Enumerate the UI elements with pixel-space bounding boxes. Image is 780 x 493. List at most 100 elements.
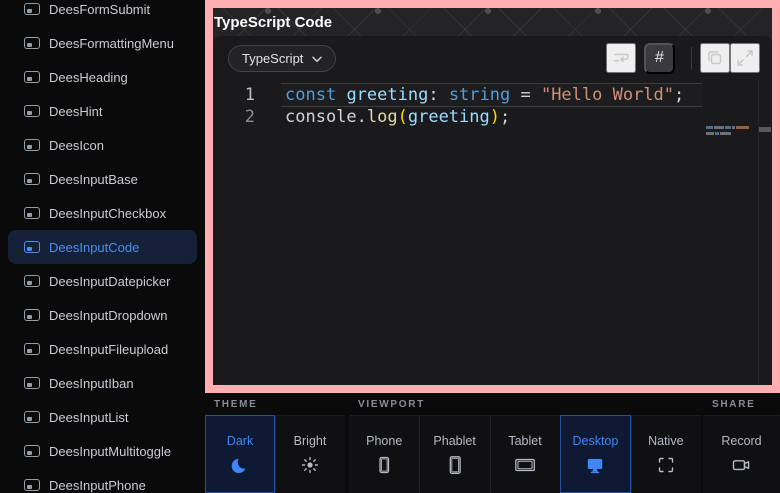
sidebar-item-label: DeesInputPhone [49, 478, 146, 493]
desktop-icon [585, 455, 605, 475]
story-title: TypeScript Code [213, 14, 332, 31]
line-number: 1 [213, 84, 281, 106]
button-label: Record [721, 434, 761, 448]
editor-scrollbar [758, 80, 772, 385]
button-label: Tablet [508, 434, 541, 448]
expand-icon[interactable] [730, 43, 760, 73]
toolbar-section-share: SHARE Record [703, 393, 780, 493]
section-label-viewport: VIEWPORT [349, 393, 701, 415]
sidebar-list: DeesFormSubmit DeesFormattingMenu DeesHead… [0, 0, 205, 493]
sidebar-item-DeesHeading[interactable]: DeesHeading [8, 60, 197, 94]
editor-toolbar-actions: # [606, 43, 760, 74]
component-icon [24, 3, 40, 15]
minimap[interactable] [706, 126, 754, 138]
moon-icon [230, 455, 250, 475]
record-button[interactable]: Record [703, 415, 780, 493]
button-label: Dark [227, 434, 253, 448]
sidebar-item-label: DeesInputIban [49, 376, 134, 391]
sidebar-item-DeesInputMultitoggle[interactable]: DeesInputMultitoggle [8, 434, 197, 468]
button-label: Phablet [433, 434, 475, 448]
button-label: Native [648, 434, 683, 448]
component-icon [24, 207, 40, 219]
component-icon [24, 309, 40, 321]
language-dropdown[interactable]: TypeScript [228, 45, 336, 72]
sidebar-item-DeesInputIban[interactable]: DeesInputIban [8, 366, 197, 400]
component-icon [24, 275, 40, 287]
component-icon [24, 71, 40, 83]
sidebar-item-label: DeesHeading [49, 70, 128, 85]
story-preview-frame: TypeScript Code TypeScript [205, 0, 780, 393]
word-wrap-icon[interactable] [606, 43, 636, 73]
component-icon [24, 105, 40, 117]
fullscreen-icon [656, 455, 676, 475]
code-input-area[interactable]: 1const greeting: string = "Hello World";… [213, 80, 772, 385]
hash-glyph: # [655, 49, 664, 67]
button-label: Bright [294, 434, 327, 448]
sidebar-item-DeesFormSubmit[interactable]: DeesFormSubmit [8, 0, 197, 26]
button-label: Phone [366, 434, 402, 448]
scrollbar-thumb[interactable] [759, 127, 771, 132]
sidebar-item-label: DeesInputCheckbox [49, 206, 166, 221]
section-buttons: Record [703, 415, 780, 493]
sidebar-item-label: DeesInputFileupload [49, 342, 168, 357]
sidebar-item-DeesIcon[interactable]: DeesIcon [8, 128, 197, 162]
code-line-content: console.log(greeting); [281, 106, 702, 128]
sidebar-item-DeesInputCheckbox[interactable]: DeesInputCheckbox [8, 196, 197, 230]
sidebar-item-label: DeesInputMultitoggle [49, 444, 171, 459]
sidebar-item-DeesInputCode[interactable]: DeesInputCode [8, 230, 197, 264]
sidebar-item-label: DeesInputDatepicker [49, 274, 170, 289]
toolbar-section-theme: THEME Dark Bright [205, 393, 345, 493]
component-icon [24, 377, 40, 389]
phone-icon [374, 455, 394, 475]
sidebar-item-label: DeesFormSubmit [49, 2, 150, 17]
tablet-button[interactable]: Tablet [490, 415, 560, 493]
section-buttons: Dark Bright [205, 415, 345, 493]
section-label-share: SHARE [703, 393, 780, 415]
component-icon [24, 445, 40, 457]
toolbar-section-viewport: VIEWPORT Phone Phablet Tablet Desktop Native [349, 393, 701, 493]
sun-icon [300, 455, 320, 475]
app-window: DeesFormSubmit DeesFormattingMenu DeesHead… [0, 0, 780, 493]
sidebar-item-DeesInputDropdown[interactable]: DeesInputDropdown [8, 298, 197, 332]
component-icon [24, 241, 40, 253]
sidebar-item-label: DeesInputBase [49, 172, 138, 187]
code-line: 1const greeting: string = "Hello World"; [213, 84, 702, 106]
sidebar-item-label: DeesHint [49, 104, 102, 119]
line-number: 2 [213, 106, 281, 128]
code-line-content: const greeting: string = "Hello World"; [281, 84, 702, 106]
button-label: Desktop [572, 434, 618, 448]
phone-button[interactable]: Phone [349, 415, 419, 493]
desktop-button[interactable]: Desktop [560, 415, 630, 493]
bright-button[interactable]: Bright [275, 415, 345, 493]
sidebar-item-DeesInputFileupload[interactable]: DeesInputFileupload [8, 332, 197, 366]
sidebar-item-DeesInputDatepicker[interactable]: DeesInputDatepicker [8, 264, 197, 298]
toolbar-divider [691, 47, 692, 69]
code-editor-panel: TypeScript [213, 36, 772, 385]
sidebar-item-DeesInputBase[interactable]: DeesInputBase [8, 162, 197, 196]
sidebar-item-label: DeesInputCode [49, 240, 139, 255]
story-header: TypeScript Code [213, 8, 772, 36]
section-label-theme: THEME [205, 393, 345, 415]
sidebar-item-label: DeesInputDropdown [49, 308, 168, 323]
phablet-button[interactable]: Phablet [419, 415, 489, 493]
environment-toolbar: THEME Dark Bright VIEWPORT Phone Phablet Table… [205, 393, 780, 493]
language-dropdown-label: TypeScript [242, 51, 303, 66]
sidebar-item-label: DeesIcon [49, 138, 104, 153]
code-lines: 1const greeting: string = "Hello World";… [213, 84, 772, 128]
component-sidebar: DeesFormSubmit DeesFormattingMenu DeesHead… [0, 0, 205, 493]
sidebar-item-DeesFormattingMenu[interactable]: DeesFormattingMenu [8, 26, 197, 60]
sidebar-item-DeesInputList[interactable]: DeesInputList [8, 400, 197, 434]
dark-button[interactable]: Dark [205, 415, 275, 493]
copy-icon[interactable] [700, 43, 730, 73]
minimap-line [706, 132, 754, 135]
code-line: 2console.log(greeting); [213, 106, 702, 128]
sidebar-item-DeesHint[interactable]: DeesHint [8, 94, 197, 128]
native-button[interactable]: Native [631, 415, 701, 493]
component-icon [24, 479, 40, 491]
tablet-icon [514, 455, 536, 475]
component-icon [24, 343, 40, 355]
sidebar-item-DeesInputPhone[interactable]: DeesInputPhone [8, 468, 197, 493]
sidebar-item-label: DeesFormattingMenu [49, 36, 174, 51]
story-preview-background: TypeScript Code TypeScript [213, 8, 772, 385]
line-numbers-icon[interactable]: # [644, 43, 675, 74]
